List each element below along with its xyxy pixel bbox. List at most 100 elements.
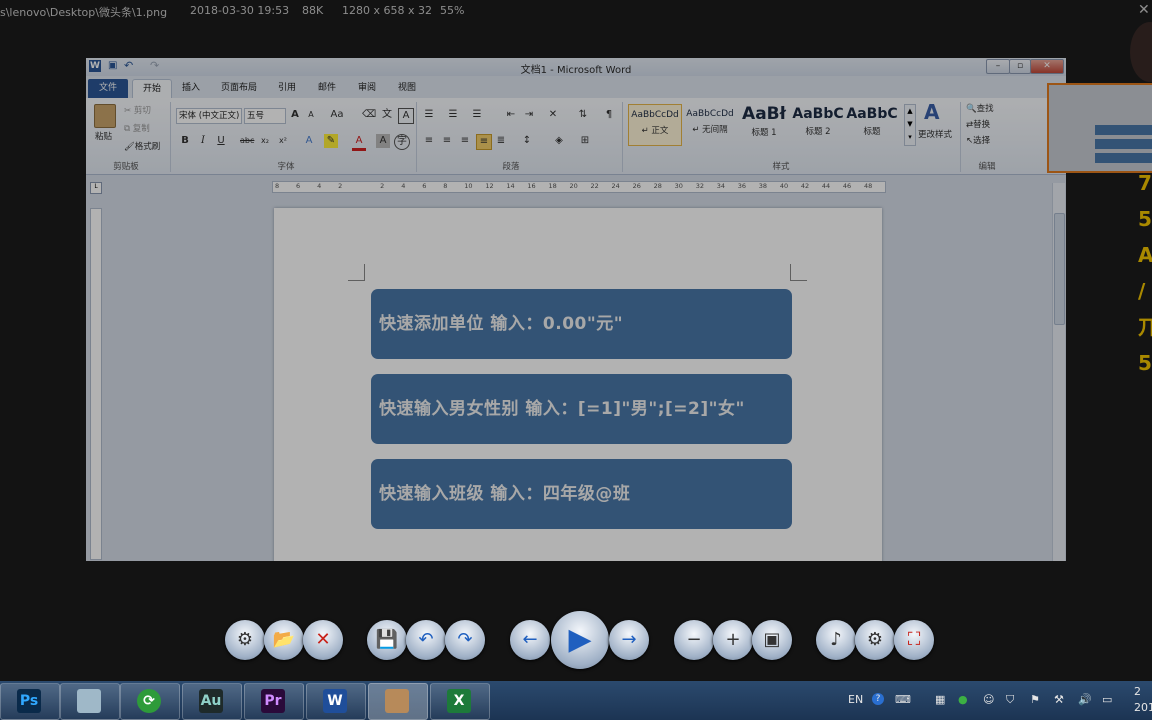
taskbar-notepad[interactable] — [60, 683, 120, 720]
open-folder-icon[interactable]: 📂 — [264, 620, 304, 660]
tab-file[interactable]: 文件 — [88, 79, 128, 98]
music-icon[interactable]: ♪ — [816, 620, 856, 660]
replace-button[interactable]: ⇄替换 — [966, 118, 990, 130]
taskbar-image-viewer[interactable] — [368, 683, 428, 720]
align-right-icon[interactable]: ≡ — [458, 134, 472, 148]
rotate-right-icon[interactable]: ↷ — [445, 620, 485, 660]
actual-size-icon[interactable]: ▣ — [752, 620, 792, 660]
change-case-icon[interactable]: Aa — [330, 108, 344, 122]
vertical-scrollbar[interactable] — [1052, 183, 1065, 561]
grow-font-icon[interactable]: A — [288, 108, 302, 122]
align-left-icon[interactable]: ≡ — [422, 134, 436, 148]
change-styles-button[interactable]: 更改样式 — [918, 128, 952, 140]
bullets-icon[interactable]: ☰ — [422, 108, 436, 122]
maximize-button[interactable]: ▫ — [1009, 59, 1031, 74]
taskbar-photoshop[interactable]: Ps — [0, 683, 60, 720]
cut-button[interactable]: ✂ 剪切 — [124, 104, 151, 116]
settings-gear-icon[interactable]: ⚙ — [225, 620, 265, 660]
zoom-out-icon[interactable]: − — [674, 620, 714, 660]
tray-app-icon[interactable]: ▦ — [935, 693, 945, 706]
style-no-spacing[interactable]: AaBbCcDd ↵ 无间隔 — [684, 104, 736, 144]
flag-icon[interactable]: ⚑ — [1030, 693, 1040, 706]
text-effects-icon[interactable]: A — [302, 134, 316, 148]
multilevel-list-icon[interactable]: ☰ — [470, 108, 484, 122]
tab-view[interactable]: 视图 — [392, 79, 422, 98]
line-spacing-icon[interactable]: ↕ — [520, 134, 534, 148]
justify-icon[interactable]: ≡ — [476, 134, 492, 150]
vertical-ruler[interactable] — [90, 208, 102, 560]
scrollbar-thumb[interactable] — [1054, 213, 1065, 325]
font-size-combo[interactable]: 五号 — [244, 108, 286, 124]
font-color-icon[interactable]: A — [352, 134, 366, 151]
highlight-icon[interactable]: ✎ — [324, 134, 338, 148]
show-marks-icon[interactable]: ¶ — [602, 108, 616, 122]
tab-page-layout[interactable]: 页面布局 — [216, 79, 262, 98]
shrink-font-icon[interactable]: A — [304, 108, 318, 122]
taskbar-premiere[interactable]: Pr — [244, 683, 304, 720]
clock[interactable]: 2 201 — [1134, 684, 1152, 716]
style-heading-1[interactable]: AaBł 标题 1 — [738, 104, 790, 144]
tab-references[interactable]: 引用 — [272, 79, 302, 98]
copy-button[interactable]: ⧉ 复制 — [124, 122, 150, 134]
phonetic-guide-icon[interactable]: 文 — [380, 108, 394, 122]
borders-icon[interactable]: ⊞ — [578, 134, 592, 148]
fullscreen-icon[interactable]: ⛶ — [894, 620, 934, 660]
zoom-in-icon[interactable]: + — [713, 620, 753, 660]
style-heading-2[interactable]: AaBbC 标题 2 — [792, 104, 844, 144]
tab-mailings[interactable]: 邮件 — [312, 79, 342, 98]
align-center-icon[interactable]: ≡ — [440, 134, 454, 148]
tab-home[interactable]: 开始 — [132, 79, 172, 99]
close-viewer-icon[interactable]: ✕ — [1138, 2, 1150, 18]
taskbar-excel[interactable]: X — [430, 683, 490, 720]
taskbar-word[interactable]: W — [306, 683, 366, 720]
paste-icon[interactable] — [94, 104, 116, 128]
tab-selector-icon[interactable]: L — [90, 182, 102, 194]
delete-icon[interactable]: ✕ — [303, 620, 343, 660]
style-normal[interactable]: AaBbCcDd ↵ 正文 — [628, 104, 682, 146]
horizontal-ruler[interactable]: 8 6 4 2 2 4 6 8 10 12 14 16 18 20 22 24 26 28 30 32 34 36 38 40… — [272, 181, 886, 193]
bold-icon[interactable]: B — [178, 134, 192, 148]
increase-indent-icon[interactable]: ⇥ — [522, 108, 536, 122]
next-icon[interactable]: → — [609, 620, 649, 660]
subscript-icon[interactable]: x₂ — [258, 134, 272, 148]
find-button[interactable]: 🔍查找 — [966, 102, 994, 114]
tab-review[interactable]: 审阅 — [352, 79, 382, 98]
strikethrough-icon[interactable]: abc — [240, 134, 254, 148]
italic-icon[interactable]: I — [196, 134, 210, 148]
text-box-gender[interactable]: 快速输入男女性别 输入：[=1]"男";[=2]"女" — [371, 374, 792, 444]
sort-icon[interactable]: ⇅ — [576, 108, 590, 122]
paste-button[interactable]: 粘贴 — [95, 130, 112, 142]
tray-tool-icon[interactable]: ⚒ — [1054, 693, 1064, 706]
volume-icon[interactable]: 🔊 — [1078, 693, 1092, 706]
taskbar-browser[interactable]: ⟳ — [120, 683, 180, 720]
close-button[interactable]: ✕ — [1030, 59, 1064, 74]
previous-icon[interactable]: ← — [510, 620, 550, 660]
style-title[interactable]: AaBbC 标题 — [846, 104, 898, 144]
security-shield-icon[interactable]: ⛉ — [1006, 693, 1014, 707]
styles-scroll-icon[interactable]: ▲ ▼ ▾ — [904, 104, 916, 146]
superscript-icon[interactable]: x² — [276, 134, 290, 148]
rotate-left-icon[interactable]: ↶ — [406, 620, 446, 660]
format-painter-button[interactable]: 🖌格式刷 — [124, 140, 160, 152]
preview-thumbnail[interactable] — [1047, 83, 1152, 173]
text-box-class[interactable]: 快速输入班级 输入：四年级@班 — [371, 459, 792, 529]
enclose-char-icon[interactable]: 字 — [394, 134, 410, 150]
document-page[interactable]: 快速添加单位 输入：0.00"元" 快速输入男女性别 输入：[=1]"男";[=… — [274, 208, 882, 561]
font-name-combo[interactable]: 宋体 (中文正文) — [176, 108, 242, 124]
char-shading-icon[interactable]: A — [376, 134, 390, 148]
qq-icon[interactable]: ☺ — [983, 693, 994, 706]
select-button[interactable]: ↖选择 — [966, 134, 990, 146]
minimize-button[interactable]: – — [986, 59, 1010, 74]
decrease-indent-icon[interactable]: ⇤ — [504, 108, 518, 122]
numbering-icon[interactable]: ☰ — [446, 108, 460, 122]
shading-icon[interactable]: ◈ — [552, 134, 566, 148]
chinese-layout-icon[interactable]: ✕ — [546, 108, 560, 122]
underline-icon[interactable]: U — [214, 134, 228, 148]
save-file-icon[interactable]: 💾 — [367, 620, 407, 660]
language-indicator[interactable]: EN — [848, 693, 863, 706]
help-icon[interactable]: ? — [872, 693, 884, 705]
char-border-icon[interactable]: A — [398, 108, 414, 124]
taskbar-audition[interactable]: Au — [182, 683, 242, 720]
tab-insert[interactable]: 插入 — [174, 79, 208, 98]
change-styles-icon[interactable]: A — [924, 100, 939, 124]
